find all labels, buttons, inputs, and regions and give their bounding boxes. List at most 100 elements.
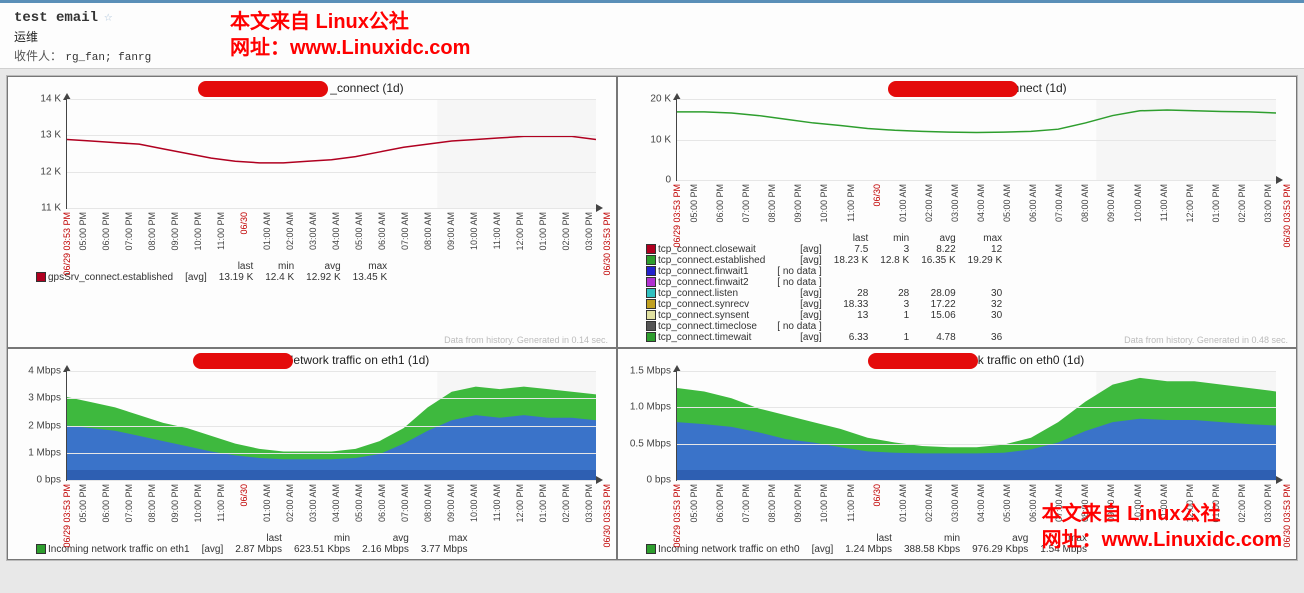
- legend-min: 1: [874, 310, 915, 321]
- legend-max: 30: [962, 310, 1008, 321]
- xtick: 06/30: [239, 484, 249, 507]
- chart-title-c2: tcp_connect (1d): [618, 81, 1296, 97]
- legend-swatch: [646, 255, 656, 265]
- ytick: 13 K: [17, 130, 61, 141]
- legend-last: 18.33: [828, 299, 874, 310]
- time-range-end: 06/30 03:53 PM: [1282, 184, 1292, 248]
- xtick: 12:00 PM: [1185, 484, 1195, 523]
- xtick: 11:00 PM: [846, 184, 856, 222]
- xtick: 08:00 PM: [767, 184, 777, 223]
- xtick: 03:00 AM: [950, 184, 960, 222]
- email-header: test email ☆ 运维 收件人： rg_fan; fanrg 本文来自 …: [0, 0, 1304, 69]
- legend-avg: 8.22: [915, 244, 961, 255]
- xtick: 09:00 AM: [1106, 484, 1116, 522]
- xtick: 02:00 PM: [561, 212, 571, 251]
- legend-swatch: [646, 266, 656, 276]
- legend-max: 12: [962, 244, 1008, 255]
- xtick: 10:00 AM: [469, 484, 479, 522]
- xtick: 02:00 AM: [285, 212, 295, 250]
- legend-series-name: tcp_connect.listen: [658, 288, 738, 299]
- legend-agg: [avg]: [771, 299, 827, 310]
- legend-min: [874, 266, 915, 277]
- legend-last: 2.87 Mbps: [229, 544, 288, 555]
- ytick: 14 K: [17, 94, 61, 105]
- chart-title-c3: Network traffic on eth1 (1d): [8, 353, 616, 369]
- xtick: 07:00 PM: [741, 484, 751, 523]
- plot-area-c3: 0 bps1 Mbps2 Mbps3 Mbps4 Mbps: [66, 371, 596, 481]
- xtick: 11:00 AM: [1159, 484, 1169, 521]
- legend-c1: lastminavgmaxgpsSrv_connect.established[…: [30, 261, 393, 283]
- xtick: 02:00 AM: [924, 484, 934, 522]
- legend-max: [962, 277, 1008, 288]
- xtick: 02:00 AM: [285, 484, 295, 522]
- xtick: 10:00 PM: [193, 484, 203, 523]
- legend-row: Incoming network traffic on eth1[avg]2.8…: [30, 544, 474, 555]
- xtick: 09:00 PM: [793, 184, 803, 223]
- xaxis-c4: 06/29 03:53 PM05:00 PM06:00 PM07:00 PM08…: [676, 481, 1276, 527]
- xtick: 03:00 AM: [950, 484, 960, 522]
- legend-c2: lastminavgmaxtcp_connect.closewait[avg]7…: [640, 233, 1008, 343]
- chart-panel-c3: Network traffic on eth1 (1d) 0 bps1 Mbps…: [7, 348, 617, 560]
- legend-min: [874, 277, 915, 288]
- legend-last: [828, 277, 874, 288]
- xtick: 07:00 AM: [1054, 184, 1064, 222]
- xtick: 02:00 AM: [924, 184, 934, 222]
- legend-row: tcp_connect.closewait[avg]7.538.2212: [640, 244, 1008, 255]
- xtick: 11:00 AM: [1159, 184, 1169, 221]
- legend-agg: [avg]: [771, 288, 827, 299]
- chart-panel-c4: Network traffic on eth0 (1d) 0 bps0.5 Mb…: [617, 348, 1297, 560]
- xtick: 05:00 PM: [78, 484, 88, 523]
- xtick: 12:00 PM: [515, 212, 525, 251]
- time-range-end: 06/30 03:53 PM: [602, 212, 612, 276]
- xtick: 06:00 PM: [715, 484, 725, 523]
- star-icon[interactable]: ☆: [104, 9, 112, 26]
- xtick: 01:00 AM: [898, 484, 908, 522]
- legend-avg: 12.92 K: [300, 272, 346, 283]
- xtick: 07:00 AM: [400, 484, 410, 522]
- legend-agg: [avg]: [806, 544, 840, 555]
- xtick: 11:00 PM: [846, 484, 856, 522]
- ytick: 1.0 Mbps: [627, 402, 671, 413]
- xtick: 08:00 PM: [147, 212, 157, 251]
- xtick: 03:00 AM: [308, 484, 318, 522]
- legend-last: 13.19 K: [213, 272, 259, 283]
- legend-c3: lastminavgmaxIncoming network traffic on…: [30, 533, 474, 555]
- xaxis-c1: 06/29 03:53 PM05:00 PM06:00 PM07:00 PM08…: [66, 209, 596, 255]
- chart-footer-c2: Data from history. Generated in 0.48 sec…: [1124, 335, 1288, 345]
- legend-min: 3: [874, 244, 915, 255]
- legend-last: 1.24 Mbps: [839, 544, 898, 555]
- xtick: 05:00 PM: [78, 212, 88, 251]
- legend-last: 18.23 K: [828, 255, 874, 266]
- legend-row: gpsSrv_connect.established[avg]13.19 K12…: [30, 272, 393, 283]
- chart-title-c4: Network traffic on eth0 (1d): [618, 353, 1296, 369]
- legend-row: tcp_connect.synrecv[avg]18.33317.2232: [640, 299, 1008, 310]
- plot-area-c1: 11 K12 K13 K14 K: [66, 99, 596, 209]
- chart-panel-c2: tcp_connect (1d) 010 K20 K 06/29 03:53 P…: [617, 76, 1297, 348]
- legend-min: 388.58 Kbps: [898, 544, 966, 555]
- legend-agg: [avg]: [179, 272, 213, 283]
- legend-avg: 4.78: [915, 332, 961, 343]
- chart-grid: _connect (1d) 11 K12 K13 K14 K 06/29 03:…: [6, 75, 1298, 561]
- legend-avg: [915, 321, 961, 332]
- recipients-value: rg_fan; fanrg: [65, 52, 151, 64]
- xtick: 09:00 AM: [1106, 184, 1116, 222]
- xtick: 08:00 AM: [1080, 484, 1090, 522]
- chart-footer-c1: Data from history. Generated in 0.14 sec…: [444, 335, 608, 345]
- xtick: 01:00 AM: [898, 184, 908, 222]
- ytick: 11 K: [17, 203, 61, 214]
- legend-series-name: tcp_connect.finwait2: [658, 277, 749, 288]
- legend-max: 3.77 Mbps: [415, 544, 474, 555]
- legend-row: tcp_connect.listen[avg]282828.0930: [640, 288, 1008, 299]
- legend-agg: [avg]: [771, 332, 827, 343]
- xtick: 02:00 PM: [1237, 484, 1247, 523]
- xtick: 03:00 PM: [584, 484, 594, 523]
- legend-max: 1.54 Mbps: [1034, 544, 1093, 555]
- xtick: 06:00 AM: [377, 484, 387, 522]
- xtick: 01:00 AM: [262, 484, 272, 522]
- legend-avg: 28.09: [915, 288, 961, 299]
- xtick: 12:00 PM: [1185, 184, 1195, 223]
- legend-swatch: [36, 272, 46, 282]
- xtick: 11:00 PM: [216, 484, 226, 522]
- ytick: 2 Mbps: [17, 420, 61, 431]
- plot-area-c4: 0 bps0.5 Mbps1.0 Mbps1.5 Mbps: [676, 371, 1276, 481]
